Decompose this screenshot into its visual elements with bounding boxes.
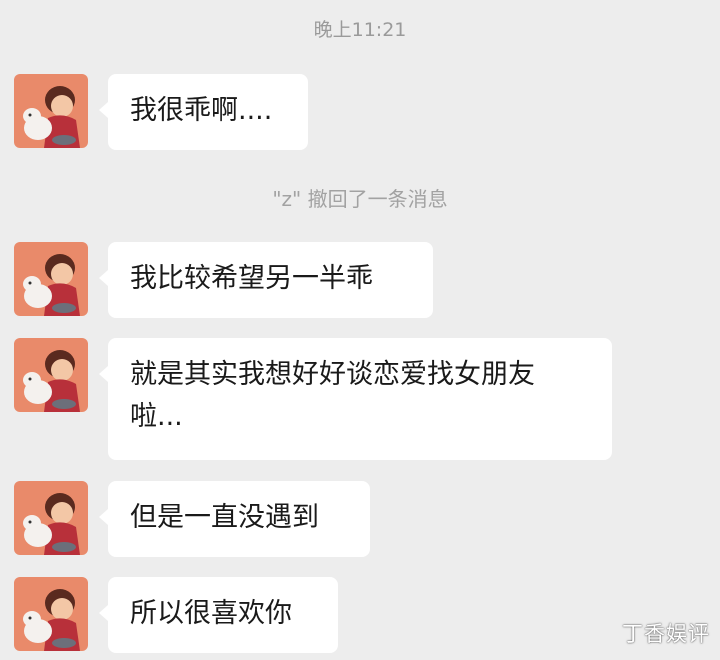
message-bubble[interactable]: 我比较希望另一半乖 [99,242,433,318]
cartoon-avatar-icon [14,481,88,555]
message-bubble[interactable]: 我很乖啊.... [99,74,308,150]
contact-avatar[interactable] [14,577,88,651]
contact-avatar[interactable] [14,338,88,412]
contact-avatar[interactable] [14,74,88,148]
message-bubble[interactable]: 但是一直没遇到 [99,481,370,557]
watermark-text: 丁香娱评 [622,622,710,646]
cartoon-avatar-icon [14,242,88,316]
contact-avatar[interactable] [14,481,88,555]
chat-timestamp: 晚上11:21 [313,19,407,41]
cartoon-avatar-icon [14,74,88,148]
contact-avatar[interactable] [14,242,88,316]
cartoon-avatar-icon [14,338,88,412]
recall-notice: "z" 撤回了一条消息 [272,187,448,211]
cartoon-avatar-icon [14,577,88,651]
message-bubble[interactable]: 所以很喜欢你 [99,577,338,653]
message-bubble[interactable]: 就是其实我想好好谈恋爱找女朋友 啦... [99,338,612,460]
